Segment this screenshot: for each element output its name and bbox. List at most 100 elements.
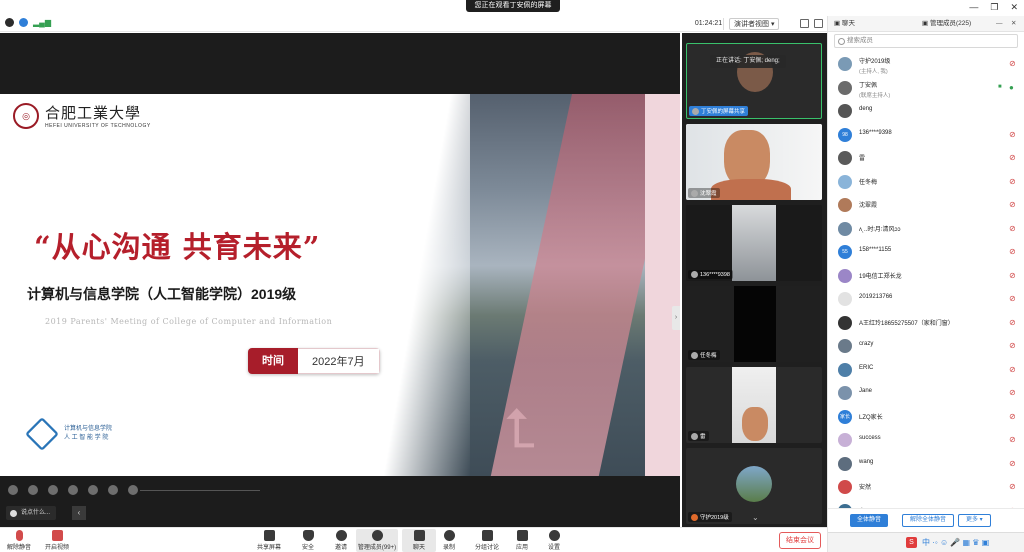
unmute-button[interactable]: 解除静音 [2,530,36,551]
member-row[interactable]: 守护2019级 (主持人, 我) ⊘ [834,55,1018,75]
slide-subtitle-en: 2019 Parents' Meeting of College of Comp… [45,317,333,326]
mic-muted-icon[interactable]: ⊘ [1009,224,1016,233]
member-search-input[interactable]: 搜索成员 [834,34,1018,48]
avatar [838,315,852,330]
mic-muted-icon[interactable]: ⊘ [1009,294,1016,303]
video-tile[interactable]: 雷 [686,367,822,443]
member-row[interactable]: ʌ˛..时∶月∶清风ɔɔ ⊘ [834,220,1018,240]
mic-muted-icon[interactable]: ⊘ [1009,247,1016,256]
video-tile[interactable]: 沈翠霞 [686,124,822,200]
mic-muted-icon[interactable]: ⊘ [1009,153,1016,162]
mic-muted-icon[interactable]: ⊘ [1009,271,1016,280]
breakout-button[interactable]: 分组讨论 [470,530,504,551]
mic-muted-icon[interactable]: ⊘ [1009,59,1016,68]
panel-close-icon[interactable]: ✕ [1011,18,1016,30]
signal-icon[interactable]: ▂▄▆ [33,18,51,27]
tab-members[interactable]: ▣ 管理成员(225) [922,18,971,30]
settings-button[interactable]: 设置 [537,530,571,551]
member-row[interactable]: success ⊘ [834,431,1018,451]
avatar [838,386,852,400]
mic-muted-icon[interactable]: ⊘ [1009,341,1016,350]
strip-collapse-handle[interactable]: › [672,306,680,330]
apps-button[interactable]: 应用 [505,530,539,551]
member-name: 守护2019级 [859,59,891,65]
time-label: 时间 [248,348,298,374]
share-screen-button[interactable]: 共享屏幕 [252,530,286,551]
start-video-button[interactable]: 开启视频 [40,530,74,551]
mic-muted-icon[interactable]: ⊘ [1009,200,1016,209]
member-name: ERIC [859,364,874,371]
layout-icon[interactable] [800,19,809,28]
quick-chat[interactable]: 说点什么... ‹ [6,506,86,520]
more-button[interactable]: 更多 ▾ [958,514,991,527]
member-row[interactable]: A王红玲18655275507（家和门窗） ⊘ [834,314,1018,334]
panel-minimize-icon[interactable]: — [996,18,1003,30]
share-screen-icon [263,530,275,541]
camera-icon[interactable] [88,485,98,495]
member-row[interactable]: wang ⊘ [834,455,1018,475]
member-row[interactable]: 2019213766 ⊘ [834,290,1018,310]
invite-button[interactable]: 邀请 [324,530,358,551]
tray-icons[interactable]: 中 ·◦ ☺ 🎤 ▦ ♛ ▣ [922,537,989,548]
avatar [838,480,852,494]
collapse-icon[interactable]: ‹ [72,506,86,520]
video-tile[interactable]: 136****9398 [686,205,822,281]
mic-muted-icon[interactable]: ⊘ [1009,412,1016,421]
end-meeting-button[interactable]: 结束会议 [779,532,821,549]
mic-muted-icon[interactable]: ⊘ [1009,318,1016,327]
info-icon[interactable] [5,18,14,27]
member-row[interactable]: 雷 ⊘ [834,149,1018,169]
member-row[interactable]: ERIC ⊘ [834,361,1018,381]
pen-icon[interactable] [8,485,18,495]
video-tile[interactable]: 任冬梅 [686,286,822,362]
college-mark-icon [25,417,59,451]
emoji-icon[interactable] [10,509,17,517]
camera-on-icon[interactable]: ■ [998,84,1004,91]
chat-button[interactable]: 聊天 [402,529,436,552]
avatar [838,221,852,236]
mic-on-icon[interactable]: ● [1009,83,1016,92]
tab-chat[interactable]: ▣ 聊天 [834,18,855,30]
member-row[interactable]: 安然 ⊘ [834,478,1018,498]
unmute-all-button[interactable]: 解除全体静音 [902,514,955,527]
mic-muted-icon[interactable]: ⊘ [1009,435,1016,444]
mic-muted-icon[interactable]: ⊘ [1009,482,1016,491]
member-row[interactable]: 19电信工郑长龙 ⊘ [834,267,1018,287]
mic-muted-icon[interactable]: ⊘ [1009,130,1016,139]
member-row[interactable]: 任冬梅 ⊘ [834,173,1018,193]
mic-muted-icon[interactable]: ⊘ [1009,365,1016,374]
more-icon[interactable] [128,485,138,495]
mic-muted-icon[interactable]: ⊘ [1009,388,1016,397]
view-mode-dropdown[interactable]: 演讲者视图 ▾ [729,18,780,30]
member-row[interactable]: 家长 LZQ家长 ⊘ [834,408,1018,428]
comment-icon[interactable] [108,485,118,495]
close-icon[interactable]: ✕ [1010,2,1018,13]
member-row[interactable]: crazy ⊘ [834,337,1018,357]
security-button[interactable]: 安全 [291,530,325,551]
shield-icon[interactable] [19,18,28,27]
capture-icon[interactable] [68,485,78,495]
member-row[interactable]: 98 136****9398 ⊘ [834,126,1018,146]
meeting-timer: 01:24:21 [694,18,724,30]
chevron-down-icon[interactable]: ⌄ [752,513,759,522]
manage-members-button[interactable]: 管理成员(99+) [356,529,398,552]
member-row[interactable]: Jane ⊘ [834,384,1018,404]
mic-muted-icon[interactable]: ⊘ [1009,177,1016,186]
mic-muted-icon[interactable]: ⊘ [1009,459,1016,468]
ime-icon[interactable]: S [906,537,917,548]
eraser-icon[interactable] [28,485,38,495]
fullscreen-icon[interactable] [814,19,823,28]
mute-all-button[interactable]: 全体静音 [850,514,889,527]
sharing-banner[interactable]: 您正在观看丁安佩的屏幕 [466,0,560,12]
member-row[interactable]: deng [834,102,1018,122]
member-name: 158****1155 [859,247,892,253]
member-row[interactable]: 丁安佩 (联席主持人) ■ ● [834,79,1018,99]
restore-icon[interactable]: ❐ [990,2,998,13]
record-button[interactable]: 录制 [432,530,466,551]
member-row[interactable]: 55 158****1155 ⊘ [834,243,1018,263]
quick-chat-input[interactable]: 说点什么... [21,506,50,520]
minimize-icon[interactable]: — [969,2,978,13]
tile-label: 任冬梅 [700,353,717,359]
pointer-icon[interactable] [48,485,58,495]
member-row[interactable]: 沈翠霞 ⊘ [834,196,1018,216]
